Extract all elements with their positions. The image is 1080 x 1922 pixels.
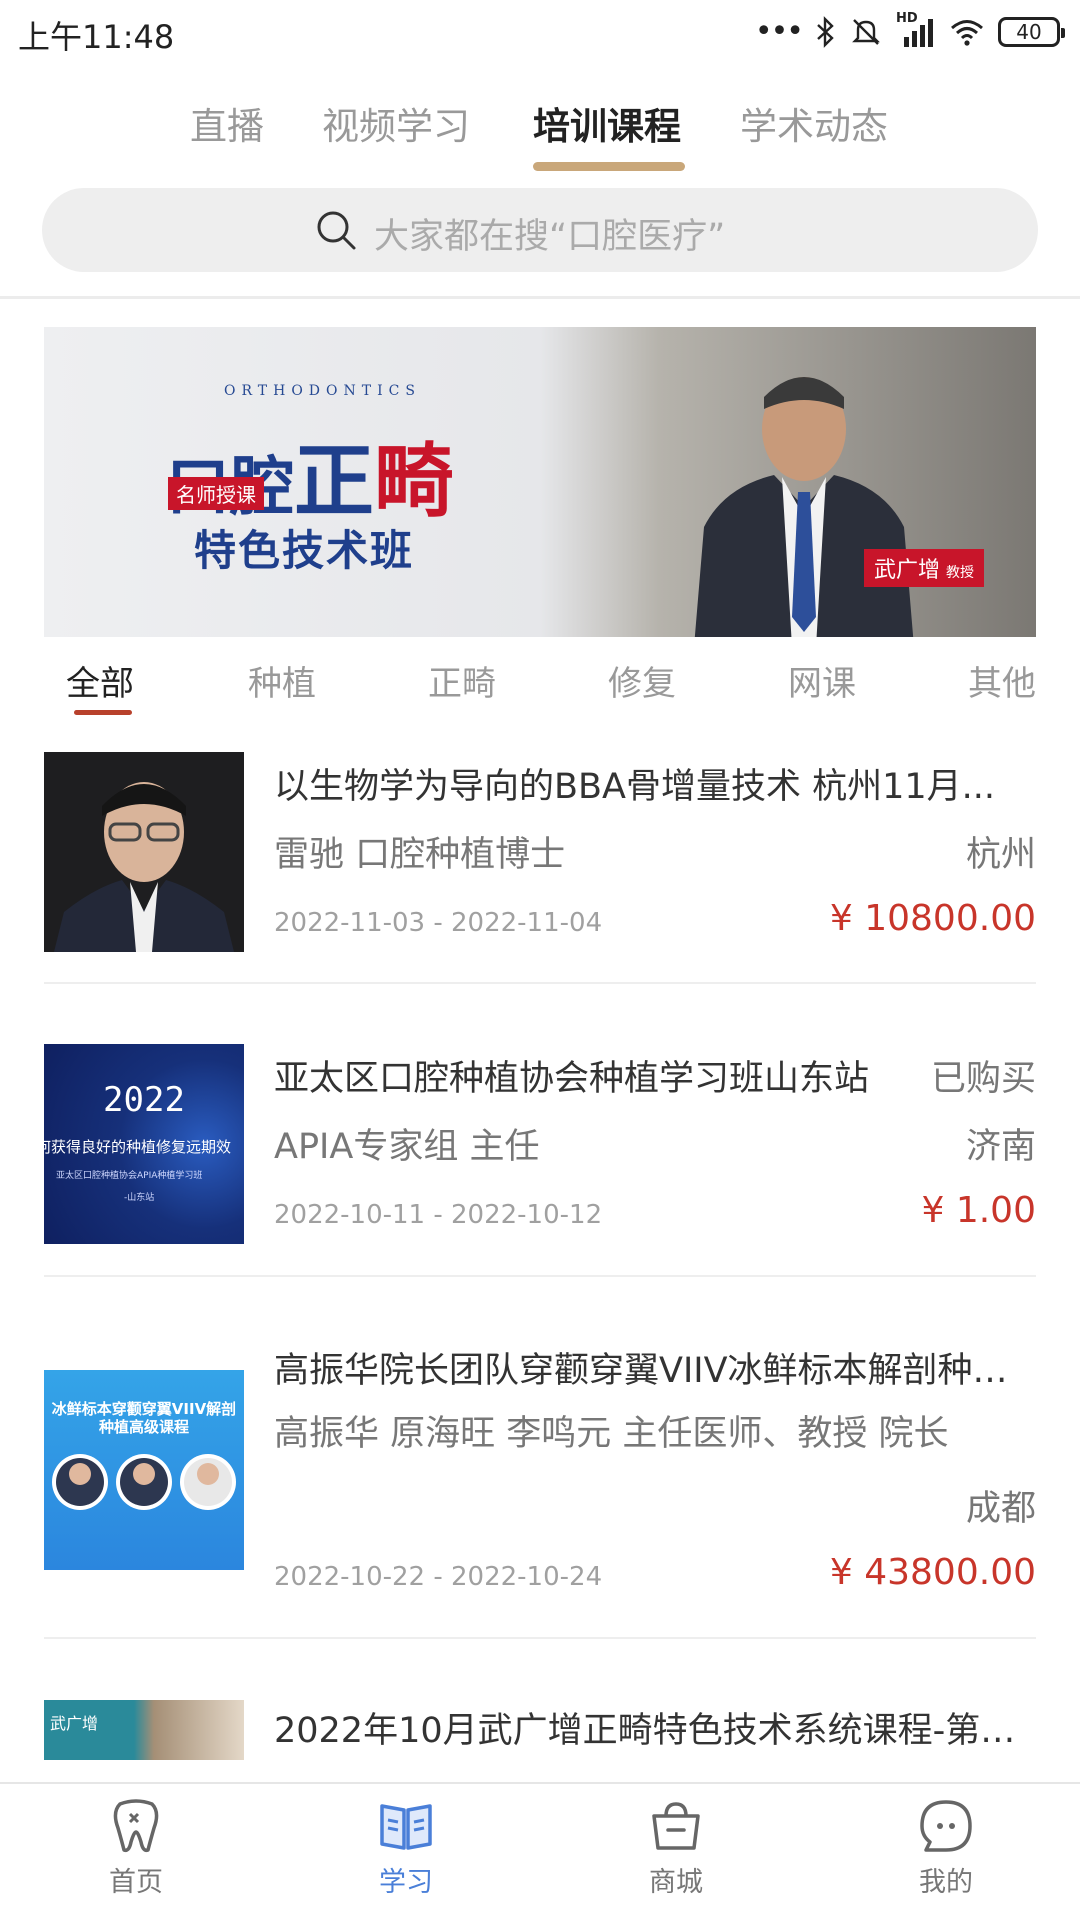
course-date: 2022-10-22 - 2022-10-24: [274, 1562, 603, 1592]
category-restoration[interactable]: 修复: [608, 656, 676, 705]
tab-training-courses[interactable]: 培训课程: [533, 96, 681, 150]
nav-home-label: 首页: [109, 1867, 163, 1898]
course-date: 2022-11-03 - 2022-11-04: [274, 908, 603, 938]
promo-banner[interactable]: ORTHODONTICS 口腔正畸 名师授课 特色技术班 武广增教授: [44, 327, 1036, 637]
banner-title-part3: 畸: [374, 434, 454, 528]
chat-face-icon: [920, 1800, 972, 1852]
status-bar: 上午11:48 ••• HD 40: [0, 0, 1080, 66]
course-price: ¥ 43800.00: [829, 1552, 1036, 1593]
tooth-icon: [113, 1799, 159, 1853]
thumb-year: 2022: [103, 1080, 185, 1120]
list-divider: [44, 1637, 1036, 1639]
course-title: 高振华院长团队穿颧穿翼VIIV冰鲜标本解剖种植高级课程: [274, 1351, 1036, 1391]
nav-mine-label: 我的: [919, 1867, 973, 1898]
signal-icon: HD: [896, 11, 936, 47]
professor-nametag: 武广增 教授: [864, 549, 985, 587]
hd-badge: HD: [896, 10, 918, 26]
bottom-navigation: 首页 学习 商城 我的: [0, 1782, 1080, 1922]
course-title: 2022年10月武广增正畸特色技术系统课程-第一期: [274, 1711, 1036, 1751]
mute-icon: [852, 18, 880, 45]
purchased-badge: 已购买: [930, 1059, 1036, 1099]
course-item[interactable]: 2022 何获得良好的种植修复远期效 亚太区口腔种植协会APIA种植学习班 -山…: [44, 1044, 1036, 1264]
course-thumbnail: 武广增: [44, 1700, 244, 1760]
nav-mall[interactable]: 商城: [606, 1798, 746, 1899]
banner-title2: 特色技术班: [194, 526, 415, 575]
thumb-station: -山东站: [124, 1193, 155, 1203]
category-tabs: 全部 种植 正畸 修复 网课 其他: [0, 650, 1080, 720]
course-date: 2022-10-11 - 2022-10-12: [274, 1200, 603, 1230]
book-icon: [380, 1804, 432, 1850]
search-placeholder: 大家都在搜“口腔医疗”: [374, 217, 726, 257]
more-dots-icon: •••: [754, 14, 804, 49]
course-price: ¥ 1.00: [921, 1190, 1036, 1231]
course-item[interactable]: 以生物学为导向的BBA骨增量技术 杭州11月... 雷驰 口腔种植博士 杭州 2…: [44, 752, 1036, 972]
battery-icon: 40: [998, 16, 1065, 47]
active-category-indicator: [74, 710, 132, 715]
course-price: ¥ 10800.00: [829, 898, 1036, 939]
tab-video-learning[interactable]: 视频学习: [322, 96, 470, 150]
banner-subtitle: ORTHODONTICS: [224, 383, 421, 399]
nav-mine[interactable]: 我的: [876, 1798, 1016, 1899]
category-all[interactable]: 全部: [66, 656, 134, 705]
course-author: APIA专家组 主任: [274, 1127, 540, 1167]
list-divider: [44, 1275, 1036, 1277]
wifi-icon: [951, 19, 983, 46]
shopping-bag-icon: [652, 1802, 700, 1850]
header-divider: [0, 296, 1080, 299]
course-thumbnail: [44, 752, 244, 952]
banner-badge: 名师授课: [168, 477, 264, 510]
category-implant[interactable]: 种植: [248, 656, 316, 705]
course-item[interactable]: 冰鲜标本穿颧穿翼VIIV解剖种植高级课程 高振华院长团队穿颧穿翼VIIV冰鲜标本…: [44, 1336, 1036, 1626]
course-item[interactable]: 武广增 2022年10月武广增正畸特色技术系统课程-第一期: [44, 1700, 1036, 1782]
professor-photo: [694, 377, 914, 637]
nav-learning-label: 学习: [379, 1867, 433, 1898]
course-city: 杭州: [965, 835, 1036, 875]
list-divider: [44, 982, 1036, 984]
doctor-avatars: [52, 1454, 236, 1510]
professor-name: 武广增: [874, 558, 941, 583]
professor-title: 教授: [946, 565, 975, 581]
category-online[interactable]: 网课: [788, 656, 856, 705]
course-thumbnail: 冰鲜标本穿颧穿翼VIIV解剖种植高级课程: [44, 1370, 244, 1570]
tab-live[interactable]: 直播: [190, 96, 264, 150]
course-title: 以生物学为导向的BBA骨增量技术 杭州11月...: [274, 767, 996, 807]
search-bar[interactable]: 大家都在搜“口腔医疗”: [42, 188, 1038, 272]
tab-academic-news[interactable]: 学术动态: [740, 96, 888, 150]
course-thumbnail: 2022 何获得良好的种植修复远期效 亚太区口腔种植协会APIA种植学习班 -山…: [44, 1044, 244, 1244]
course-title: 亚太区口腔种植协会种植学习班山东站: [274, 1059, 870, 1099]
banner-title-part2: 正: [294, 434, 374, 528]
category-orthodontics[interactable]: 正畸: [428, 656, 496, 705]
search-icon: [317, 211, 356, 250]
course-city: 成都: [965, 1489, 1036, 1529]
status-icons: ••• HD 40: [754, 11, 1065, 49]
course-author: 雷驰 口腔种植博士: [274, 835, 566, 875]
thumb-course-title: 冰鲜标本穿颧穿翼VIIV解剖种植高级课程: [51, 1400, 237, 1436]
course-author: 高振华 原海旺 李鸣元 主任医师、教授 院长: [274, 1414, 949, 1454]
course-city: 济南: [965, 1127, 1036, 1167]
nav-home[interactable]: 首页: [66, 1798, 206, 1899]
thumb-headline: 何获得良好的种植修复远期效: [44, 1138, 232, 1156]
thumb-subline: 亚太区口腔种植协会APIA种植学习班: [56, 1171, 203, 1181]
active-tab-indicator: [533, 162, 685, 171]
category-other[interactable]: 其他: [968, 656, 1036, 705]
bluetooth-icon: [817, 15, 834, 48]
thumb-text: 武广增: [50, 1714, 99, 1733]
status-time: 上午11:48: [18, 18, 175, 56]
banner-title: 口腔正畸: [166, 417, 454, 533]
nav-learning[interactable]: 学习: [336, 1798, 476, 1899]
nav-mall-label: 商城: [649, 1867, 703, 1898]
